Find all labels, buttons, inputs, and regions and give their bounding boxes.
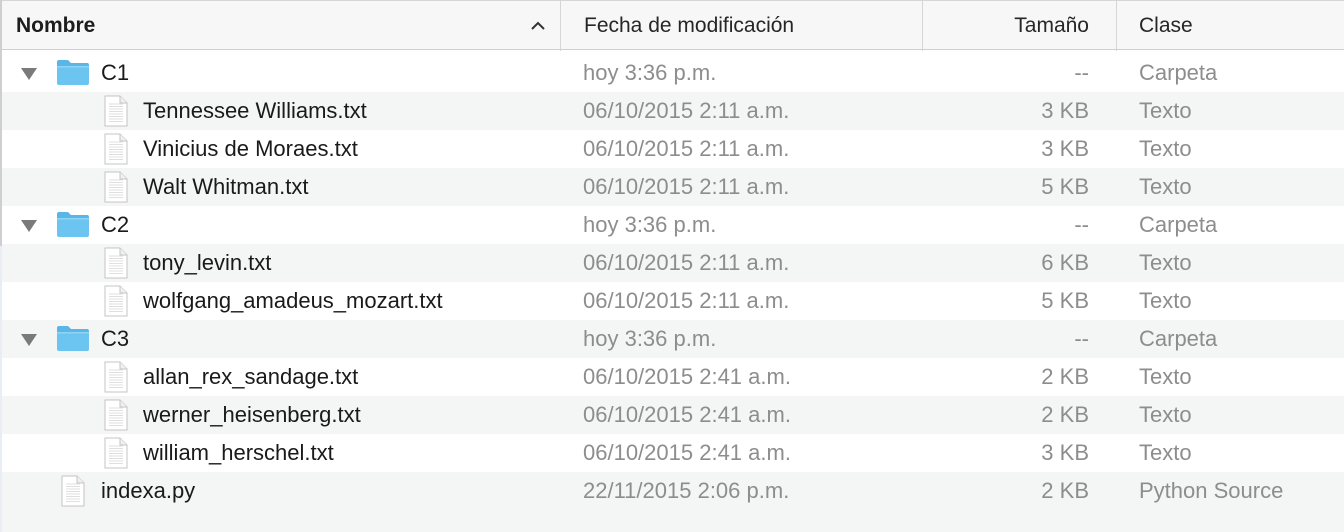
file-size: 6 KB (1041, 250, 1089, 275)
file-row[interactable]: tony_levin.txt 06/10/2015 2:11 a.m. 6 KB Te… (2, 244, 1344, 282)
column-header-date-label: Fecha de modificación (584, 14, 795, 37)
modified-date: 06/10/2015 2:11 a.m. (583, 136, 790, 161)
modified-date: hoy 3:36 p.m. (583, 60, 717, 85)
file-kind: Carpeta (1139, 326, 1218, 351)
file-row[interactable]: werner_heisenberg.txt 06/10/2015 2:41 a.m… (2, 396, 1344, 434)
file-name: indexa.py (101, 478, 196, 503)
text-document-icon (104, 133, 128, 165)
file-kind: Texto (1139, 364, 1192, 389)
text-document-icon (61, 475, 85, 507)
text-document-icon (104, 361, 128, 393)
file-name: werner_heisenberg.txt (143, 402, 361, 427)
file-size: 5 KB (1041, 174, 1089, 199)
file-name: wolfgang_amadeus_mozart.txt (143, 288, 443, 313)
modified-date: 06/10/2015 2:41 a.m. (583, 364, 791, 389)
file-size: -- (1074, 212, 1089, 237)
text-document-icon (104, 437, 128, 469)
file-size: 5 KB (1041, 288, 1089, 313)
file-size: 3 KB (1041, 440, 1089, 465)
column-header-date[interactable]: Fecha de modificación (560, 1, 922, 51)
sort-ascending-chevron-icon (531, 21, 545, 30)
column-header-kind[interactable]: Clase (1116, 1, 1344, 51)
text-document-icon (104, 285, 128, 317)
text-document-icon (104, 95, 128, 127)
finder-list-view: Nombre Fecha de modificación Tamaño Clas… (0, 0, 1344, 532)
disclosure-triangle-down-icon[interactable] (20, 332, 38, 348)
column-header-name-label: Nombre (16, 14, 96, 37)
file-kind: Carpeta (1139, 212, 1218, 237)
file-row[interactable]: indexa.py 22/11/2015 2:06 p.m. 2 KB Python … (2, 472, 1344, 510)
file-size: 2 KB (1041, 478, 1089, 503)
file-name: C1 (101, 60, 130, 85)
folder-row[interactable]: C1 hoy 3:36 p.m. -- Carpeta (2, 54, 1344, 92)
file-name: william_herschel.txt (143, 440, 334, 465)
folder-icon (57, 60, 89, 85)
file-name: Tennessee Williams.txt (143, 98, 367, 123)
folder-row[interactable]: C2 hoy 3:36 p.m. -- Carpeta (2, 206, 1344, 244)
file-size: 2 KB (1041, 364, 1089, 389)
text-document-icon (104, 171, 128, 203)
file-size: 3 KB (1041, 98, 1089, 123)
file-kind: Texto (1139, 174, 1192, 199)
file-name: tony_levin.txt (143, 250, 272, 275)
file-row[interactable]: Walt Whitman.txt 06/10/2015 2:11 a.m. 5 KB… (2, 168, 1344, 206)
folder-icon (57, 326, 89, 351)
file-row[interactable]: Tennessee Williams.txt 06/10/2015 2:11 a.… (2, 92, 1344, 130)
file-name: Walt Whitman.txt (143, 174, 309, 199)
modified-date: hoy 3:36 p.m. (583, 212, 717, 237)
column-header-name[interactable]: Nombre (2, 1, 560, 51)
folder-icon (57, 212, 89, 237)
file-kind: Texto (1139, 440, 1192, 465)
modified-date: 06/10/2015 2:11 a.m. (583, 98, 790, 123)
file-kind: Texto (1139, 288, 1192, 313)
column-header-size[interactable]: Tamaño (922, 1, 1116, 51)
file-row[interactable]: wolfgang_amadeus_mozart.txt 06/10/2015 2:… (2, 282, 1344, 320)
file-kind: Texto (1139, 98, 1192, 123)
disclosure-triangle-down-icon[interactable] (20, 66, 38, 82)
file-name: C2 (101, 212, 130, 237)
modified-date: 06/10/2015 2:11 a.m. (583, 250, 790, 275)
modified-date: hoy 3:36 p.m. (583, 326, 717, 351)
modified-date: 06/10/2015 2:41 a.m. (583, 440, 791, 465)
file-size: -- (1074, 60, 1089, 85)
modified-date: 06/10/2015 2:41 a.m. (583, 402, 791, 427)
disclosure-triangle-down-icon[interactable] (20, 218, 38, 234)
file-kind: Texto (1139, 250, 1192, 275)
column-header-bar: Nombre Fecha de modificación Tamaño Clas… (2, 0, 1344, 51)
file-kind: Texto (1139, 136, 1192, 161)
text-document-icon (104, 247, 128, 279)
file-name: Vinicius de Moraes.txt (143, 136, 358, 161)
modified-date: 22/11/2015 2:06 p.m. (583, 478, 790, 503)
modified-date: 06/10/2015 2:11 a.m. (583, 174, 790, 199)
file-size: -- (1074, 326, 1089, 351)
empty-list-row (2, 510, 1344, 532)
file-size: 2 KB (1041, 402, 1089, 427)
file-kind: Texto (1139, 402, 1192, 427)
file-kind: Carpeta (1139, 60, 1218, 85)
file-kind: Python Source (1139, 478, 1284, 503)
file-size: 3 KB (1041, 136, 1089, 161)
file-name: allan_rex_sandage.txt (143, 364, 359, 389)
column-header-size-label: Tamaño (1014, 14, 1089, 37)
file-name: C3 (101, 326, 130, 351)
text-document-icon (104, 399, 128, 431)
file-row[interactable]: Vinicius de Moraes.txt 06/10/2015 2:11 a.… (2, 130, 1344, 168)
column-header-kind-label: Clase (1139, 14, 1193, 37)
file-row[interactable]: allan_rex_sandage.txt 06/10/2015 2:41 a.m… (2, 358, 1344, 396)
folder-row[interactable]: C3 hoy 3:36 p.m. -- Carpeta (2, 320, 1344, 358)
file-row[interactable]: william_herschel.txt 06/10/2015 2:41 a.m.… (2, 434, 1344, 472)
file-list: C1 hoy 3:36 p.m. -- Carpeta Tennessee Willia… (2, 54, 1344, 532)
modified-date: 06/10/2015 2:11 a.m. (583, 288, 790, 313)
